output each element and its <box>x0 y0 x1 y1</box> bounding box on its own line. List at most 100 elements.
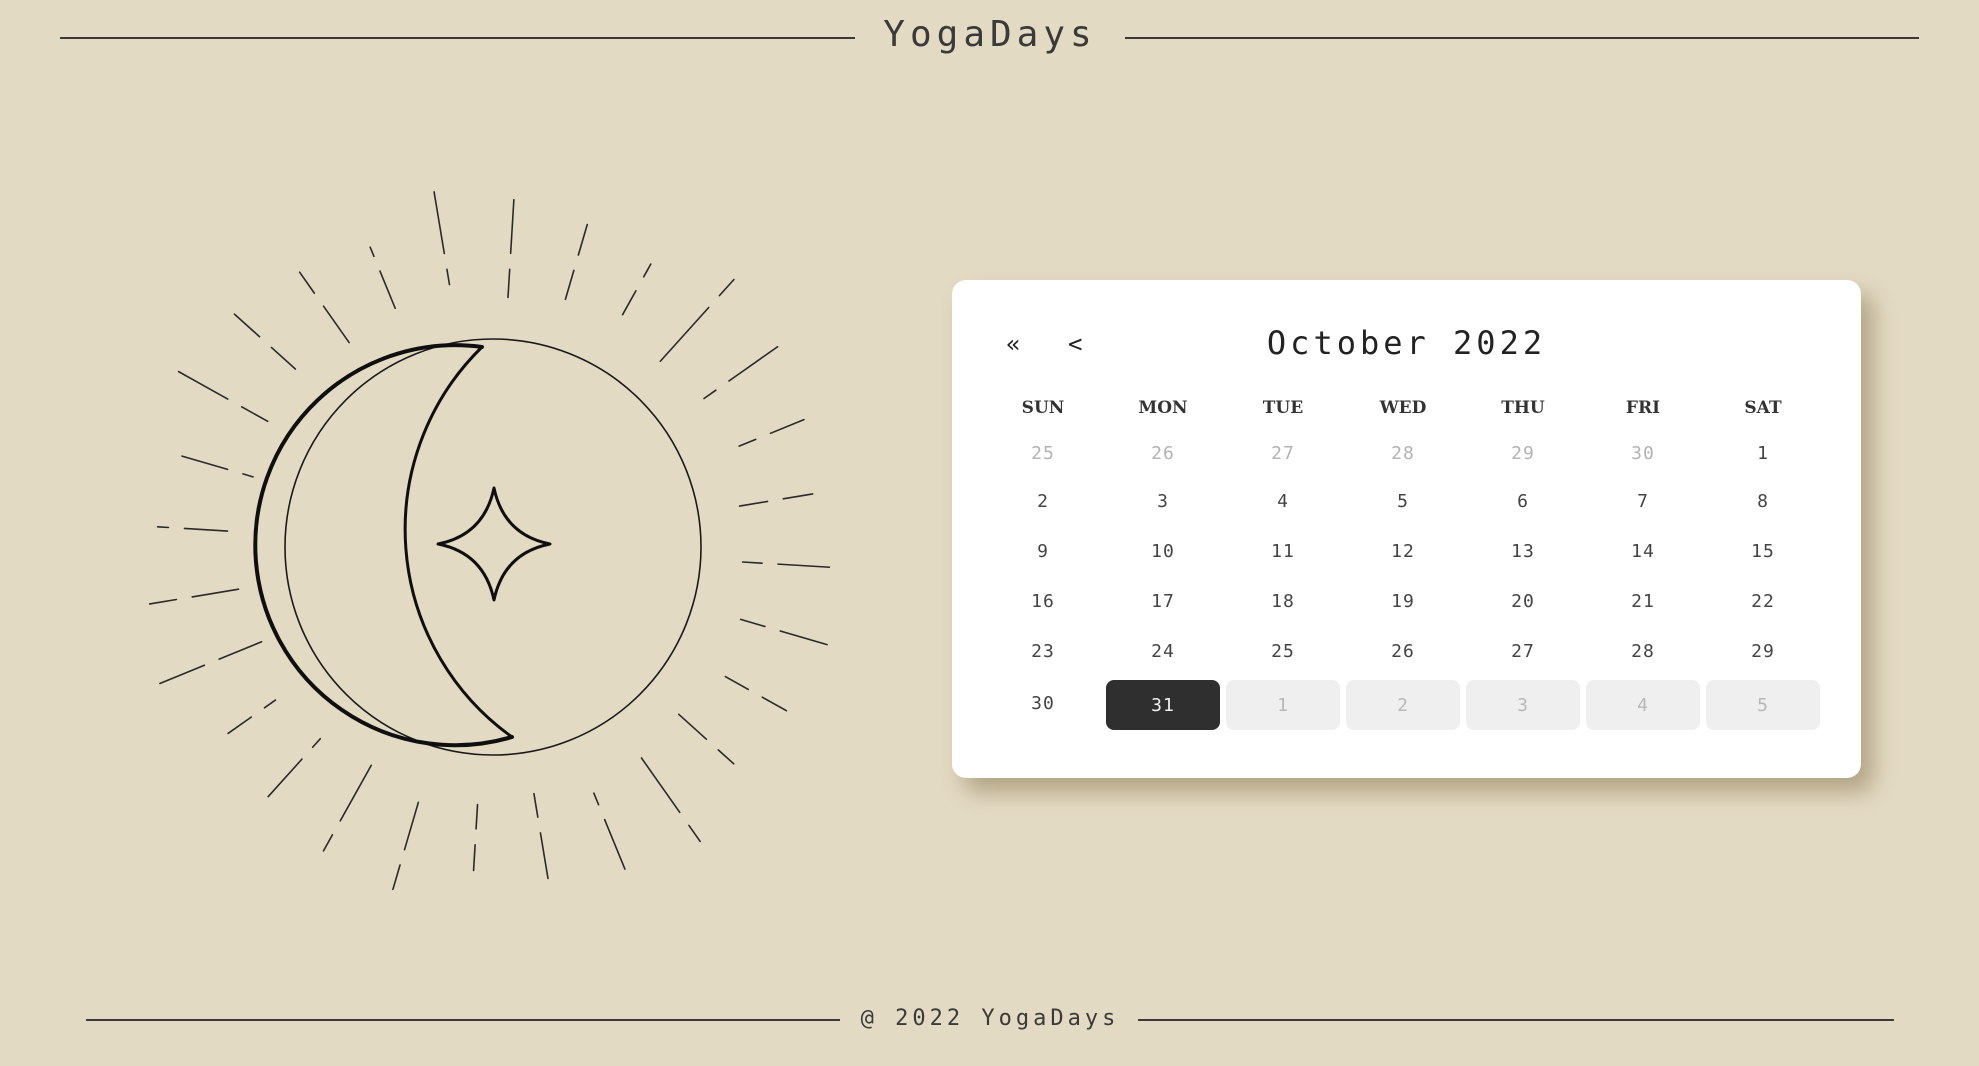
sun-ray <box>738 500 769 507</box>
site-footer: @ 2022 YogaDays <box>0 990 1979 1050</box>
day-cell[interactable]: 5 <box>1706 680 1820 730</box>
sun-moon-illustration <box>110 170 854 894</box>
sun-ray <box>533 792 539 818</box>
day-cell[interactable]: 17 <box>1106 576 1220 626</box>
day-cell[interactable]: 22 <box>1706 576 1820 626</box>
sun-ray <box>148 598 178 605</box>
sun-ray <box>741 561 763 564</box>
day-cell[interactable]: 20 <box>1466 576 1580 626</box>
sun-ray <box>267 758 303 798</box>
sun-ray <box>298 271 316 294</box>
sun-ray <box>718 278 735 297</box>
sun-ray <box>159 664 206 685</box>
sun-ray <box>311 737 322 749</box>
sun-ray <box>403 801 420 851</box>
sun-ray <box>717 749 735 765</box>
day-cell[interactable]: 12 <box>1346 526 1460 576</box>
sun-ray <box>593 792 600 806</box>
day-cell[interactable]: 27 <box>1466 626 1580 676</box>
day-cell[interactable]: 25 <box>986 430 1100 476</box>
day-cell[interactable]: 16 <box>986 576 1100 626</box>
day-cell[interactable]: 2 <box>1346 680 1460 730</box>
day-cell[interactable]: 14 <box>1586 526 1700 576</box>
crescent-moon-icon <box>253 343 514 748</box>
day-cell[interactable]: 5 <box>1346 476 1460 526</box>
sun-ray <box>509 198 515 255</box>
weekday-wed: WED <box>1379 398 1427 418</box>
footer-copyright: @ 2022 YogaDays <box>860 1006 1120 1031</box>
day-cell[interactable]: 7 <box>1586 476 1700 526</box>
day-cell[interactable]: 30 <box>986 676 1100 730</box>
sun-ray <box>777 563 854 570</box>
day-cell[interactable]: 4 <box>1226 476 1340 526</box>
sun-rays-icon <box>148 191 854 894</box>
header-rule-left <box>60 37 855 39</box>
sun-ray <box>728 345 779 382</box>
day-cell[interactable]: 18 <box>1226 576 1340 626</box>
day-cell[interactable]: 8 <box>1706 476 1820 526</box>
day-cell[interactable]: 26 <box>1346 626 1460 676</box>
day-cell[interactable]: 2 <box>986 476 1100 526</box>
day-cell[interactable]: 30 <box>1586 430 1700 476</box>
day-cell[interactable]: 24 <box>1106 626 1220 676</box>
sun-ray <box>433 191 446 255</box>
weekday-tue: TUE <box>1262 398 1304 418</box>
sun-ray <box>227 716 253 735</box>
day-cell[interactable]: 27 <box>1226 430 1340 476</box>
day-cell[interactable]: 23 <box>986 626 1100 676</box>
prev-month-button[interactable]: < <box>1068 330 1082 358</box>
day-cell[interactable]: 19 <box>1346 576 1460 626</box>
prev-year-button[interactable]: « <box>1006 330 1020 358</box>
sun-ray <box>779 630 828 646</box>
weekday-sun: SUN <box>1021 398 1065 418</box>
day-cell[interactable]: 21 <box>1586 576 1700 626</box>
sun-ray <box>677 713 708 740</box>
sun-ray <box>233 313 261 338</box>
day-cell[interactable]: 9 <box>986 526 1100 576</box>
sun-ray <box>539 832 549 880</box>
sun-ray <box>240 406 269 423</box>
day-cell[interactable]: 29 <box>1466 430 1580 476</box>
sun-ray <box>724 675 750 691</box>
day-cell[interactable]: 28 <box>1586 626 1700 676</box>
sun-ray <box>191 588 240 598</box>
weekday-header: SUN MON TUE WED THU FRI SAT <box>986 398 1826 418</box>
sun-ray <box>640 757 681 814</box>
day-cell[interactable]: 26 <box>1106 430 1220 476</box>
sun-ray <box>621 289 637 316</box>
day-cell[interactable]: 25 <box>1226 626 1340 676</box>
sun-ray <box>642 263 652 278</box>
sun-ray <box>577 223 589 256</box>
day-cell[interactable]: 3 <box>1466 680 1580 730</box>
day-cell[interactable]: 13 <box>1466 526 1580 576</box>
calendar-card: « < October 2022 SUN MON TUE WED THU FRI SAT 2… <box>952 280 1861 778</box>
day-cell[interactable]: 11 <box>1226 526 1340 576</box>
day-cell[interactable]: 28 <box>1346 430 1460 476</box>
sun-ray <box>183 527 229 532</box>
month-label: October 2022 <box>1266 324 1547 362</box>
site-header: YogaDays <box>0 0 1979 76</box>
sun-ray <box>322 833 334 852</box>
sun-ray <box>322 305 350 344</box>
sun-ray <box>688 824 701 843</box>
day-cell[interactable]: 4 <box>1586 680 1700 730</box>
sun-ray <box>339 764 373 822</box>
sun-ray <box>761 696 788 712</box>
day-cell[interactable]: 1 <box>1226 680 1340 730</box>
day-cell[interactable]: 6 <box>1466 476 1580 526</box>
sun-ray <box>177 370 229 400</box>
sun-ray <box>263 699 277 709</box>
sun-ray <box>739 618 766 628</box>
sun-ray <box>769 418 805 435</box>
sparkle-star-icon <box>436 486 552 602</box>
day-cell[interactable]: 3 <box>1106 476 1220 526</box>
day-cell[interactable]: 10 <box>1106 526 1220 576</box>
sun-ray <box>218 640 263 660</box>
day-cell[interactable]: 1 <box>1706 430 1820 476</box>
selected-day-cell[interactable]: 31 <box>1106 680 1220 730</box>
day-grid: 25 26 27 28 29 30 1 2 3 4 5 6 7 8 9 10 11 12 13 14 15 16 17 18 1… <box>986 430 1826 730</box>
sun-ray <box>564 269 575 301</box>
day-cell[interactable]: 15 <box>1706 526 1820 576</box>
day-cell[interactable]: 29 <box>1706 626 1820 676</box>
sun-ray <box>446 268 451 286</box>
